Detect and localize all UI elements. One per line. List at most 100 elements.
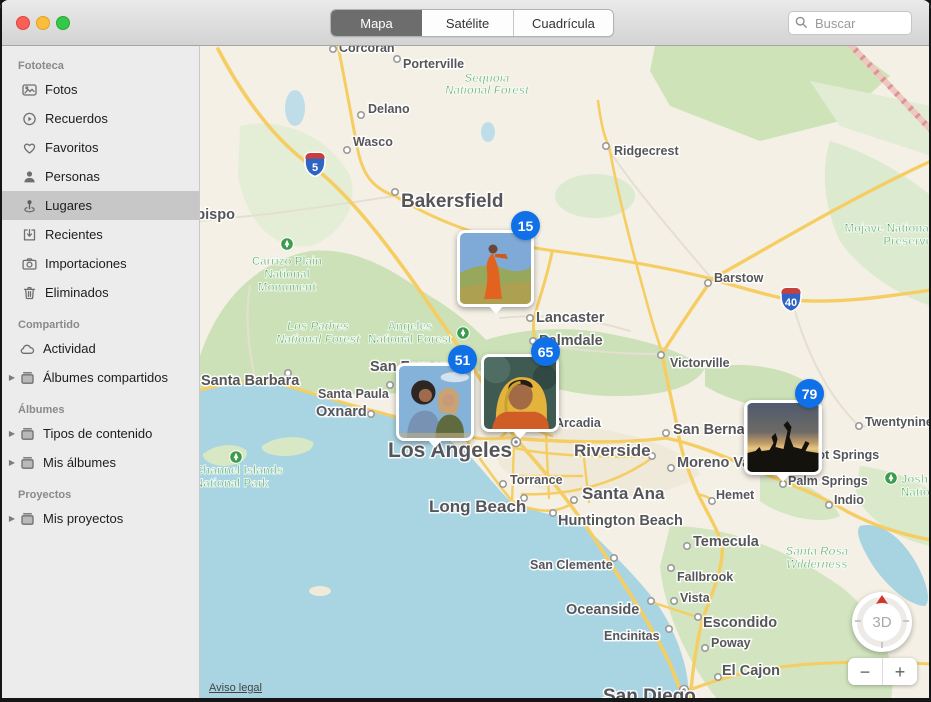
sidebar-item-label: Fotos	[45, 82, 78, 97]
fullscreen-button[interactable]	[56, 16, 70, 30]
map-label: Obispo	[200, 207, 235, 223]
section-header: Proyectos	[0, 477, 199, 504]
sidebar: Fototeca Fotos Recuerdos Favoritos Perso…	[0, 46, 200, 702]
map-label: Vista	[680, 591, 711, 605]
legal-notice-link[interactable]: Aviso legal	[209, 682, 262, 694]
map-label: Monument	[258, 282, 316, 294]
trash-icon	[20, 284, 38, 301]
sidebar-item-tipos-de-contenido[interactable]: ▶ Tipos de contenido	[0, 419, 199, 448]
map-label: National Forest	[276, 334, 361, 346]
sidebar-item-recientes[interactable]: Recientes	[0, 220, 199, 249]
map-label: Santa Barbara	[201, 373, 300, 389]
map-label: Victorville	[670, 356, 730, 370]
photo-cluster[interactable]	[457, 230, 534, 307]
map-label: Riverside	[574, 441, 651, 460]
map-label: Palm Springs	[788, 474, 868, 488]
sidebar-item-eliminados[interactable]: Eliminados	[0, 278, 199, 307]
sidebar-item-fotos[interactable]: Fotos	[0, 75, 199, 104]
album-icon	[18, 369, 36, 386]
map-label: El Cajon	[722, 663, 780, 679]
photos-icon	[20, 81, 38, 98]
map-label: Barstow	[714, 271, 764, 285]
recents-icon	[20, 226, 38, 243]
map-label: Channel Islands	[200, 465, 283, 477]
map-label: Mojave National	[844, 223, 931, 235]
map-label: Lancaster	[536, 310, 605, 326]
tab-cuadricula[interactable]: Cuadrícula	[513, 10, 613, 36]
close-button[interactable]	[16, 16, 30, 30]
map-label: Angeles	[388, 321, 433, 333]
sidebar-item-favoritos[interactable]: Favoritos	[0, 133, 199, 162]
sidebar-item-personas[interactable]: Personas	[0, 162, 199, 191]
map-label: Corcoran	[339, 46, 395, 55]
map-label: Indio	[834, 493, 864, 507]
sidebar-item-mis-albumes[interactable]: ▶ Mis álbumes	[0, 448, 199, 477]
view-segmented-control: Mapa Satélite Cuadrícula	[330, 9, 614, 37]
heart-icon	[20, 139, 38, 156]
disclosure-triangle-icon[interactable]: ▶	[6, 429, 18, 438]
camera-icon	[20, 255, 38, 272]
disclosure-triangle-icon[interactable]: ▶	[6, 514, 18, 523]
sidebar-item-label: Favoritos	[45, 140, 98, 155]
sidebar-item-recuerdos[interactable]: Recuerdos	[0, 104, 199, 133]
disclosure-triangle-icon[interactable]: ▶	[6, 373, 18, 382]
photo-cluster[interactable]	[396, 363, 474, 441]
map-label: Santa Paula	[318, 387, 390, 401]
cluster-count-badge[interactable]: 65	[531, 337, 560, 366]
map-label: Wasco	[353, 135, 393, 149]
disclosure-triangle-icon[interactable]: ▶	[6, 458, 18, 467]
sidebar-item-mis-proyectos[interactable]: ▶ Mis proyectos	[0, 504, 199, 533]
search-field[interactable]	[788, 11, 912, 35]
map-geography: 5 40 Corcoran Porterville Sequoia Nation…	[200, 46, 931, 702]
map-label: Los Padres	[287, 321, 349, 333]
tab-satelite[interactable]: Satélite	[422, 10, 513, 36]
compass-tick	[881, 642, 883, 648]
minimize-button[interactable]	[36, 16, 50, 30]
map-pin-icon	[20, 197, 38, 214]
album-icon	[18, 510, 36, 527]
map-label: National Park	[200, 478, 269, 490]
map-label: Carrizo Plain	[252, 256, 322, 268]
map-label: Bakersfield	[401, 191, 503, 212]
map-canvas[interactable]: 5 40 Corcoran Porterville Sequoia Nation…	[200, 46, 931, 702]
tab-mapa[interactable]: Mapa	[331, 10, 422, 36]
album-icon	[18, 425, 36, 442]
sidebar-item-label: Lugares	[45, 198, 92, 213]
map-label: Arcadia	[555, 416, 602, 430]
route-shield-number: 5	[312, 162, 318, 174]
cluster-photo-joshua-tree-dusk	[747, 403, 819, 472]
section-header: Compartido	[0, 307, 199, 334]
map-label: Escondido	[703, 615, 777, 631]
map-label: Oxnard	[316, 404, 367, 420]
zoom-out-button[interactable]: −	[848, 658, 883, 685]
map-label: Wilderness	[786, 559, 847, 571]
cluster-count-badge[interactable]: 79	[795, 379, 824, 408]
photos-app-window: Mapa Satélite Cuadrícula Fototeca Fotos …	[0, 0, 931, 702]
cluster-photo-yellow-hoodie	[484, 357, 556, 429]
sidebar-item-label: Actividad	[43, 341, 96, 356]
photo-cluster[interactable]	[744, 400, 822, 475]
search-input[interactable]	[813, 13, 909, 33]
map-label: Ridgecrest	[614, 144, 679, 158]
cluster-count-badge[interactable]: 51	[448, 345, 477, 374]
route-shield-number: 40	[785, 297, 797, 309]
compass-3d-control[interactable]: 3D	[852, 592, 912, 652]
sidebar-item-label: Importaciones	[45, 256, 127, 271]
map-label: Temecula	[693, 534, 760, 550]
zoom-controls: − +	[848, 658, 917, 685]
sidebar-item-lugares[interactable]: Lugares	[0, 191, 199, 220]
sidebar-item-label: Recuerdos	[45, 111, 108, 126]
map-label: Poway	[711, 636, 751, 650]
map-label: Delano	[368, 102, 410, 116]
sidebar-item-label: Tipos de contenido	[43, 426, 152, 441]
sidebar-item-albumes-compartidos[interactable]: ▶ Álbumes compartidos	[0, 363, 199, 392]
sidebar-item-label: Personas	[45, 169, 100, 184]
toolbar: Mapa Satélite Cuadrícula	[0, 0, 931, 46]
sidebar-item-actividad[interactable]: ▶ Actividad	[0, 334, 199, 363]
zoom-in-button[interactable]: +	[883, 658, 917, 685]
compass-3d-label: 3D	[872, 614, 891, 631]
cluster-count-badge[interactable]: 15	[511, 211, 540, 240]
map-label: National Forest	[445, 85, 530, 97]
sidebar-item-importaciones[interactable]: Importaciones	[0, 249, 199, 278]
map-label: Joshua Tree	[901, 474, 931, 486]
